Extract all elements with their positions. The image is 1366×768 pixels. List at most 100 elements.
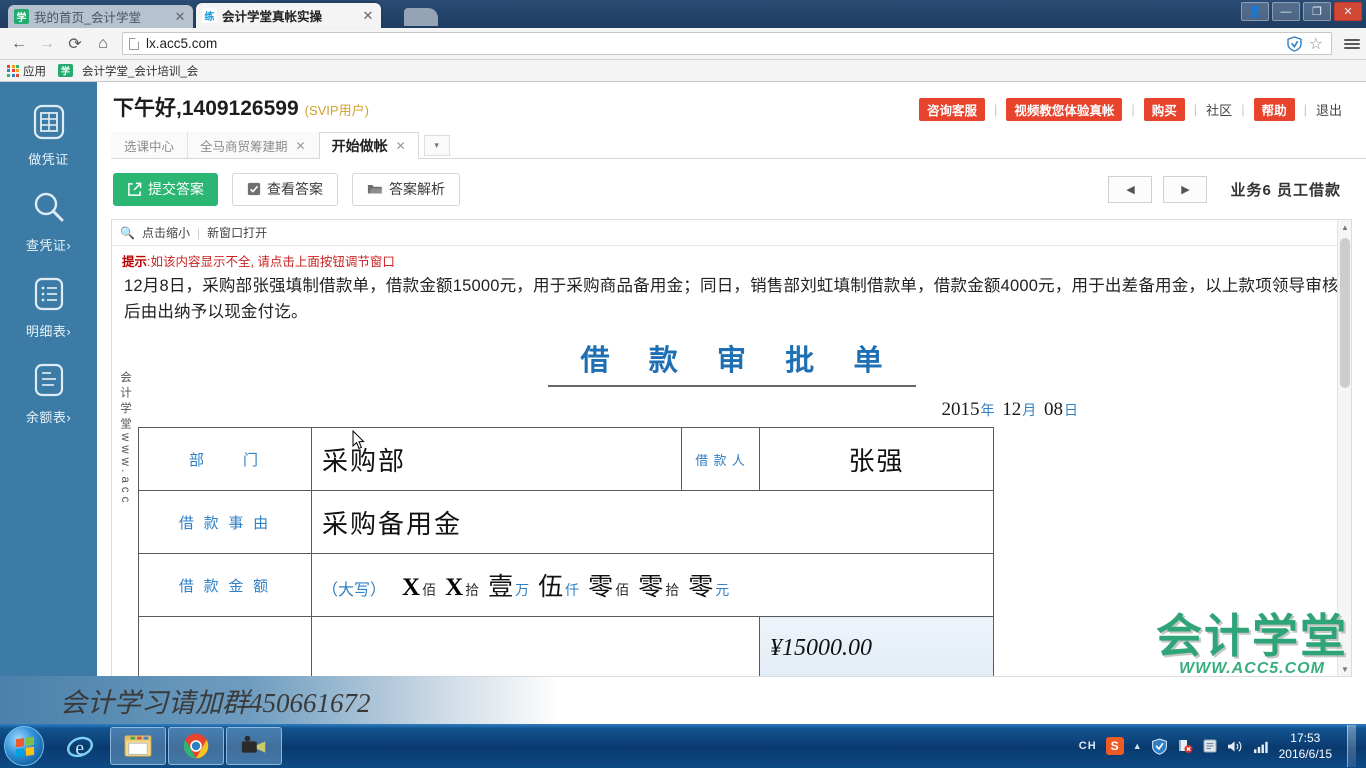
bookmark-favicon-icon: 学 — [58, 64, 73, 77]
department-label: 部 门 — [138, 427, 312, 492]
business-navigation: ◀ ▶ 业务6 员工借款 — [1108, 175, 1341, 203]
tab-close-icon[interactable]: ✕ — [296, 139, 306, 153]
detail-list-icon — [34, 277, 63, 311]
date-year-unit: 年 — [980, 404, 995, 420]
nav-purchase[interactable]: 购买 — [1143, 98, 1185, 121]
chrome-menu-icon[interactable] — [1344, 38, 1360, 49]
browser-tab-1[interactable]: 学 我的首页_会计学堂 ✕ — [8, 5, 193, 28]
address-bar[interactable]: lx.acc5.com ☆ — [122, 32, 1332, 55]
tab-close-icon[interactable]: ✕ — [173, 10, 187, 23]
reason-value: 采购备用金 — [311, 490, 994, 555]
forward-icon[interactable]: → — [34, 31, 60, 57]
nav-consult-support[interactable]: 咨询客服 — [918, 98, 985, 121]
zoom-out-link[interactable]: 点击缩小 — [142, 224, 190, 241]
sidebar-item-make-voucher[interactable]: 做凭证 — [0, 82, 97, 168]
tab-course-center[interactable]: 选课中心 — [111, 132, 188, 158]
amount-label: 借 款 金 额 — [138, 553, 312, 618]
amount-unit: 佰 — [615, 582, 630, 599]
minimize-button[interactable]: — — [1272, 2, 1300, 21]
action-center-icon[interactable] — [1202, 738, 1218, 754]
previous-business-button[interactable]: ◀ — [1108, 175, 1153, 203]
panel-toolbar: 🔍 点击缩小 | 新窗口打开 — [112, 220, 1351, 246]
user-profile-button[interactable]: 👤 — [1241, 2, 1269, 21]
taskbar-item-recorder[interactable] — [226, 727, 282, 765]
window-controls: 👤 — ❐ ✕ — [1241, 2, 1362, 21]
network-error-icon[interactable] — [1177, 738, 1193, 754]
reason-label: 借 款 事 由 — [138, 490, 312, 555]
tabs-overflow-button[interactable]: ▾ — [423, 135, 450, 156]
nav-help[interactable]: 帮助 — [1253, 98, 1295, 121]
shield-icon[interactable] — [1151, 738, 1168, 755]
nav-video-guide[interactable]: 视频教您体验真帐 — [1006, 98, 1123, 121]
reload-icon[interactable]: ⟳ — [62, 31, 88, 57]
nav-community[interactable]: 社区 — [1206, 100, 1232, 119]
nav-logout[interactable]: 退出 — [1316, 100, 1342, 119]
submit-answer-button[interactable]: 提交答案 — [113, 172, 218, 206]
taskbar-item-file-explorer[interactable] — [110, 727, 166, 765]
amount-digit: 零 — [688, 574, 714, 602]
document-title: 借 款 审 批 单 — [580, 345, 899, 378]
borrower-value: 张强 — [759, 427, 994, 492]
amount-digit: 零 — [588, 574, 614, 602]
show-desktop-button[interactable] — [1347, 725, 1356, 767]
business-title: 业务6 员工借款 — [1230, 181, 1341, 199]
clock-date: 2016/6/15 — [1278, 747, 1332, 761]
sogou-input-icon[interactable]: S — [1105, 737, 1124, 755]
bookmark-star-icon[interactable]: ☆ — [1309, 34, 1323, 54]
svg-text:e: e — [75, 737, 84, 759]
exercise-panel: 🔍 点击缩小 | 新窗口打开 提示:如该内容显示不全, 请点击上面按钮调节窗口 … — [111, 219, 1352, 677]
left-sidebar: 做凭证 查凭证› 明细表› 余额表› — [0, 82, 97, 724]
camera-recorder-icon — [241, 735, 266, 753]
scrollbar-thumb[interactable] — [1340, 238, 1350, 388]
tray-expand-arrow-icon[interactable]: ▲ — [1133, 741, 1142, 751]
amount-digit: 零 — [638, 574, 664, 602]
scroll-down-icon[interactable]: ▼ — [1338, 662, 1351, 676]
loan-approval-form: 部 门 采购部 借 款 人 张强 借 款 事 由 采购备用金 借 款 金 额 （… — [138, 427, 994, 676]
amount-unit: 元 — [715, 582, 730, 599]
taskbar-item-chrome[interactable] — [168, 727, 224, 765]
panel-scrollbar[interactable]: ▲ ▼ — [1337, 220, 1351, 676]
tab-close-icon[interactable]: ✕ — [361, 9, 375, 22]
tab-start-bookkeeping[interactable]: 开始做帐 ✕ — [318, 132, 419, 159]
amount-figures-value: ¥15000.00 — [759, 616, 994, 676]
tab-jinma-setup[interactable]: 全马商贸筹建期 ✕ — [187, 132, 319, 158]
tab-strip: 学 我的首页_会计学堂 ✕ 练 会计学堂真帐实操 ✕ 👤 — ❐ ✕ — [0, 0, 1366, 28]
signal-icon[interactable] — [1253, 739, 1270, 754]
browser-tab-2[interactable]: 练 会计学堂真帐实操 ✕ — [196, 3, 381, 28]
tab-close-icon[interactable]: ✕ — [396, 139, 406, 153]
answer-analysis-button[interactable]: 答案解析 — [352, 172, 460, 206]
sidebar-item-query-voucher[interactable]: 查凭证› — [0, 168, 97, 254]
taskbar-clock[interactable]: 17:53 2016/6/15 — [1279, 730, 1332, 762]
taskbar-item-internet-explorer[interactable]: e — [52, 727, 108, 765]
start-button[interactable] — [4, 726, 44, 766]
bookmark-acc5[interactable]: 学 会计学堂_会计培训_会 — [58, 63, 198, 79]
button-label: 查看答案 — [267, 181, 323, 197]
open-new-window-link[interactable]: 新窗口打开 — [207, 224, 267, 241]
hint-text: :如该内容显示不全, 请点击上面按钮调节窗口 — [147, 255, 395, 269]
volume-icon[interactable] — [1227, 739, 1244, 754]
amount-digit: X — [445, 574, 464, 602]
security-shield-icon[interactable] — [1286, 35, 1302, 52]
amount-unit: 拾 — [665, 582, 680, 599]
home-icon[interactable]: ⌂ — [90, 31, 116, 57]
amount-unit: 仟 — [565, 582, 580, 599]
sidebar-item-detail-table[interactable]: 明细表› — [0, 254, 97, 340]
bookmark-apps[interactable]: 应用 — [7, 63, 46, 79]
browser-window: 学 我的首页_会计学堂 ✕ 练 会计学堂真帐实操 ✕ 👤 — ❐ ✕ ← → ⟳… — [0, 0, 1366, 724]
scroll-up-icon[interactable]: ▲ — [1338, 220, 1351, 234]
document-date: 2015年 12月 08日 — [112, 399, 1081, 421]
tab-title: 我的首页_会计学堂 — [34, 11, 141, 25]
close-window-button[interactable]: ✕ — [1334, 2, 1362, 21]
sidebar-item-label: 明细表› — [25, 324, 72, 339]
nav-separator: | — [1131, 102, 1135, 117]
zoom-out-icon[interactable]: 🔍 — [120, 226, 135, 240]
ime-indicator[interactable]: CH — [1079, 740, 1097, 752]
vip-badge: (SVIP用户) — [304, 103, 369, 118]
sidebar-item-balance-table[interactable]: 余额表› — [0, 340, 97, 426]
maximize-button[interactable]: ❐ — [1303, 2, 1331, 21]
new-tab-button[interactable] — [404, 8, 438, 26]
next-business-button[interactable]: ▶ — [1163, 175, 1208, 203]
view-answer-button[interactable]: 查看答案 — [232, 172, 338, 206]
back-icon[interactable]: ← — [6, 31, 32, 57]
main-content: 下午好,1409126599 (SVIP用户) 咨询客服 | 视频教您体验真帐 |… — [97, 82, 1366, 724]
